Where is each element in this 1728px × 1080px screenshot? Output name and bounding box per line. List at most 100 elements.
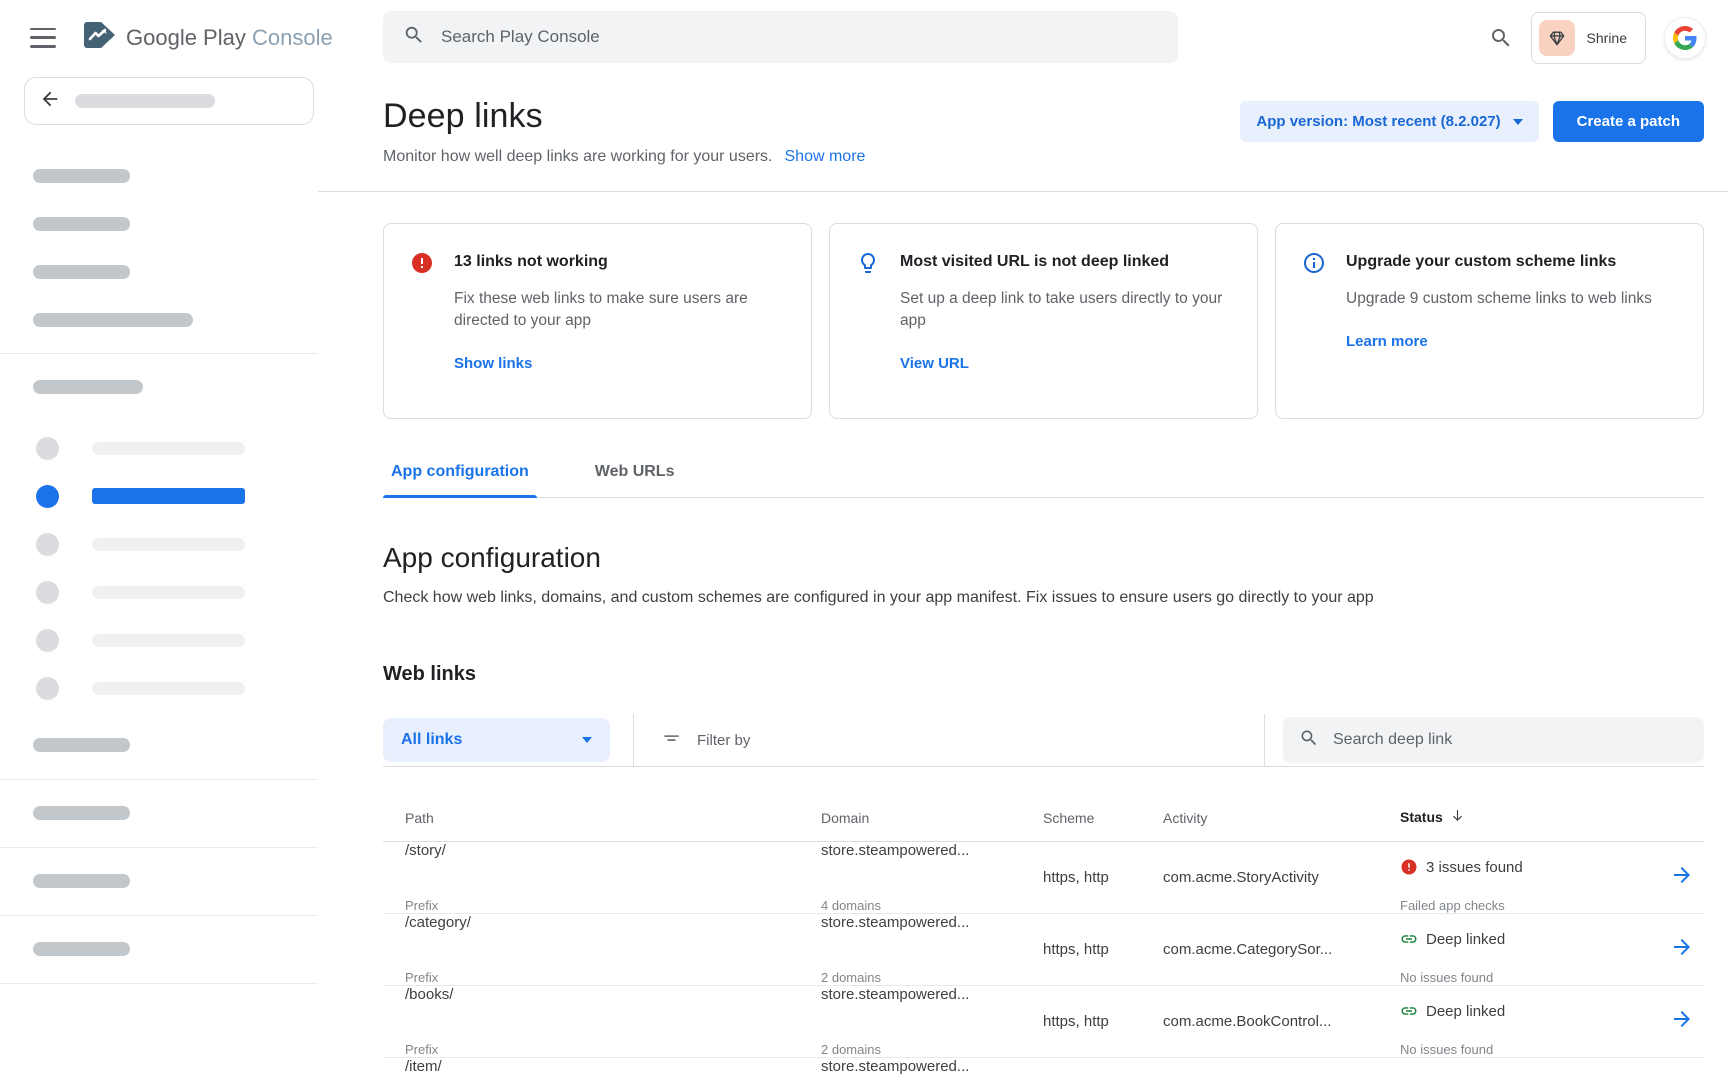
play-console-logo-icon <box>82 20 116 55</box>
skeleton-section-label <box>33 380 143 394</box>
status-badge: Deep linked <box>1400 986 1660 1036</box>
sidebar-section[interactable] <box>0 712 318 780</box>
domain-value: store.steampowered... <box>821 986 1043 1036</box>
page-title: Deep links <box>383 97 865 136</box>
skeleton-bar <box>75 94 215 108</box>
open-link-arrow-icon[interactable] <box>1670 863 1694 892</box>
logo-text: Google Play Console <box>126 25 333 51</box>
status-badge: Deep linked <box>1400 914 1660 964</box>
table-row[interactable]: /category/ Prefix store.steampowered... … <box>383 914 1704 986</box>
table-row[interactable]: /item/ Prefix store.steampowered... Deep… <box>383 1058 1704 1080</box>
show-links-link[interactable]: Show links <box>454 355 532 372</box>
links-not-working-card: 13 links not working Fix these web links… <box>383 223 812 419</box>
status-text: Deep linked <box>1426 931 1505 948</box>
domain-value: store.steampowered... <box>821 1058 1043 1080</box>
domain-count: 4 domains <box>821 898 1043 913</box>
shrine-app-icon <box>1539 20 1575 56</box>
domain-value: store.steampowered... <box>821 842 1043 892</box>
console-search-bar[interactable] <box>383 11 1178 63</box>
status-detail: No issues found <box>1400 1042 1660 1057</box>
activity-value: com.acme.CategorySor... <box>1163 914 1400 985</box>
column-header-path[interactable]: Path <box>383 810 821 826</box>
path-value: /story/ <box>405 842 821 892</box>
back-navigation[interactable] <box>24 77 314 125</box>
scheme-value <box>1043 1058 1163 1080</box>
sidebar-section[interactable] <box>0 916 318 984</box>
learn-more-link[interactable]: Learn more <box>1346 333 1428 350</box>
header-divider <box>318 191 1728 192</box>
table-header-row: Path Domain Scheme Activity Status <box>383 767 1704 842</box>
current-app-name: Shrine <box>1587 30 1627 46</box>
filter-icon <box>662 729 681 752</box>
deep-link-search-input[interactable] <box>1333 731 1688 749</box>
card-title: Most visited URL is not deep linked <box>900 250 1230 271</box>
status-text: 3 issues found <box>1426 859 1523 876</box>
sidebar-item[interactable] <box>0 520 318 568</box>
app-version-dropdown[interactable]: App version: Most recent (8.2.027) <box>1240 101 1538 142</box>
view-url-link[interactable]: View URL <box>900 355 969 372</box>
google-account-avatar[interactable] <box>1664 17 1706 59</box>
scheme-value: https, http <box>1043 914 1163 985</box>
web-links-filter-bar: All links Filter by <box>383 714 1704 767</box>
app-configuration-description: Check how web links, domains, and custom… <box>383 589 1704 607</box>
column-header-status[interactable]: Status <box>1400 808 1660 826</box>
links-filter-dropdown[interactable]: All links <box>383 718 610 762</box>
google-g-icon <box>1673 26 1697 50</box>
search-icon[interactable] <box>1489 26 1513 50</box>
create-patch-button[interactable]: Create a patch <box>1553 101 1704 142</box>
filter-by-control[interactable]: Filter by <box>662 729 750 752</box>
table-row[interactable]: /story/ Prefix store.steampowered... 4 d… <box>383 842 1704 914</box>
open-link-arrow-icon[interactable] <box>1670 1007 1694 1036</box>
skeleton-bar <box>33 169 130 183</box>
table-row[interactable]: /books/ Prefix store.steampowered... 2 d… <box>383 986 1704 1058</box>
google-play-console-logo[interactable]: Google Play Console <box>82 20 333 55</box>
upgrade-scheme-links-card: Upgrade your custom scheme links Upgrade… <box>1275 223 1704 419</box>
domain-count: 2 domains <box>821 970 1043 985</box>
path-value: /books/ <box>405 986 821 1036</box>
sidebar-item[interactable] <box>0 616 318 664</box>
scheme-value: https, http <box>1043 986 1163 1057</box>
search-icon <box>403 24 425 51</box>
console-search-input[interactable] <box>441 27 1158 47</box>
back-arrow-icon <box>39 88 61 115</box>
chevron-down-icon <box>1513 119 1523 125</box>
link-icon <box>1400 930 1418 948</box>
card-title: Upgrade your custom scheme links <box>1346 250 1652 271</box>
status-detail: No issues found <box>1400 970 1660 985</box>
main-content: Deep links Monitor how well deep links a… <box>318 75 1728 1080</box>
sidebar-divider <box>0 353 318 354</box>
skeleton-bar <box>33 313 193 327</box>
app-selector-chip[interactable]: Shrine <box>1531 12 1646 64</box>
skeleton-bar <box>33 217 130 231</box>
scheme-value: https, http <box>1043 842 1163 913</box>
table-body: /story/ Prefix store.steampowered... 4 d… <box>383 842 1704 1080</box>
sidebar <box>0 75 318 1080</box>
status-text: Deep linked <box>1426 1003 1505 1020</box>
tab-bar: App configuration Web URLs <box>383 463 1704 498</box>
column-header-domain[interactable]: Domain <box>821 810 1043 826</box>
divider <box>1264 714 1265 767</box>
tab-app-configuration[interactable]: App configuration <box>383 463 537 497</box>
chevron-down-icon <box>582 737 592 743</box>
sidebar-section[interactable] <box>0 848 318 916</box>
status-badge: 3 issues found <box>1400 842 1660 892</box>
lightbulb-icon <box>856 250 882 392</box>
open-link-arrow-icon[interactable] <box>1670 935 1694 964</box>
sidebar-item-deep-links-active[interactable] <box>0 472 318 520</box>
card-body: Fix these web links to make sure users a… <box>454 288 784 332</box>
sidebar-section[interactable] <box>0 780 318 848</box>
sidebar-item[interactable] <box>0 424 318 472</box>
path-value: /category/ <box>405 914 821 964</box>
tab-web-urls[interactable]: Web URLs <box>587 463 683 497</box>
column-header-scheme[interactable]: Scheme <box>1043 810 1163 826</box>
topbar: Google Play Console Shrine <box>0 0 1728 75</box>
domain-count: 2 domains <box>821 1042 1043 1057</box>
menu-icon[interactable] <box>30 28 56 48</box>
most-visited-url-card: Most visited URL is not deep linked Set … <box>829 223 1258 419</box>
sidebar-item[interactable] <box>0 664 318 712</box>
show-more-link[interactable]: Show more <box>785 148 866 166</box>
column-header-activity[interactable]: Activity <box>1163 810 1400 826</box>
sidebar-item[interactable] <box>0 568 318 616</box>
path-type: Prefix <box>405 898 821 913</box>
deep-link-search-bar[interactable] <box>1283 717 1704 763</box>
